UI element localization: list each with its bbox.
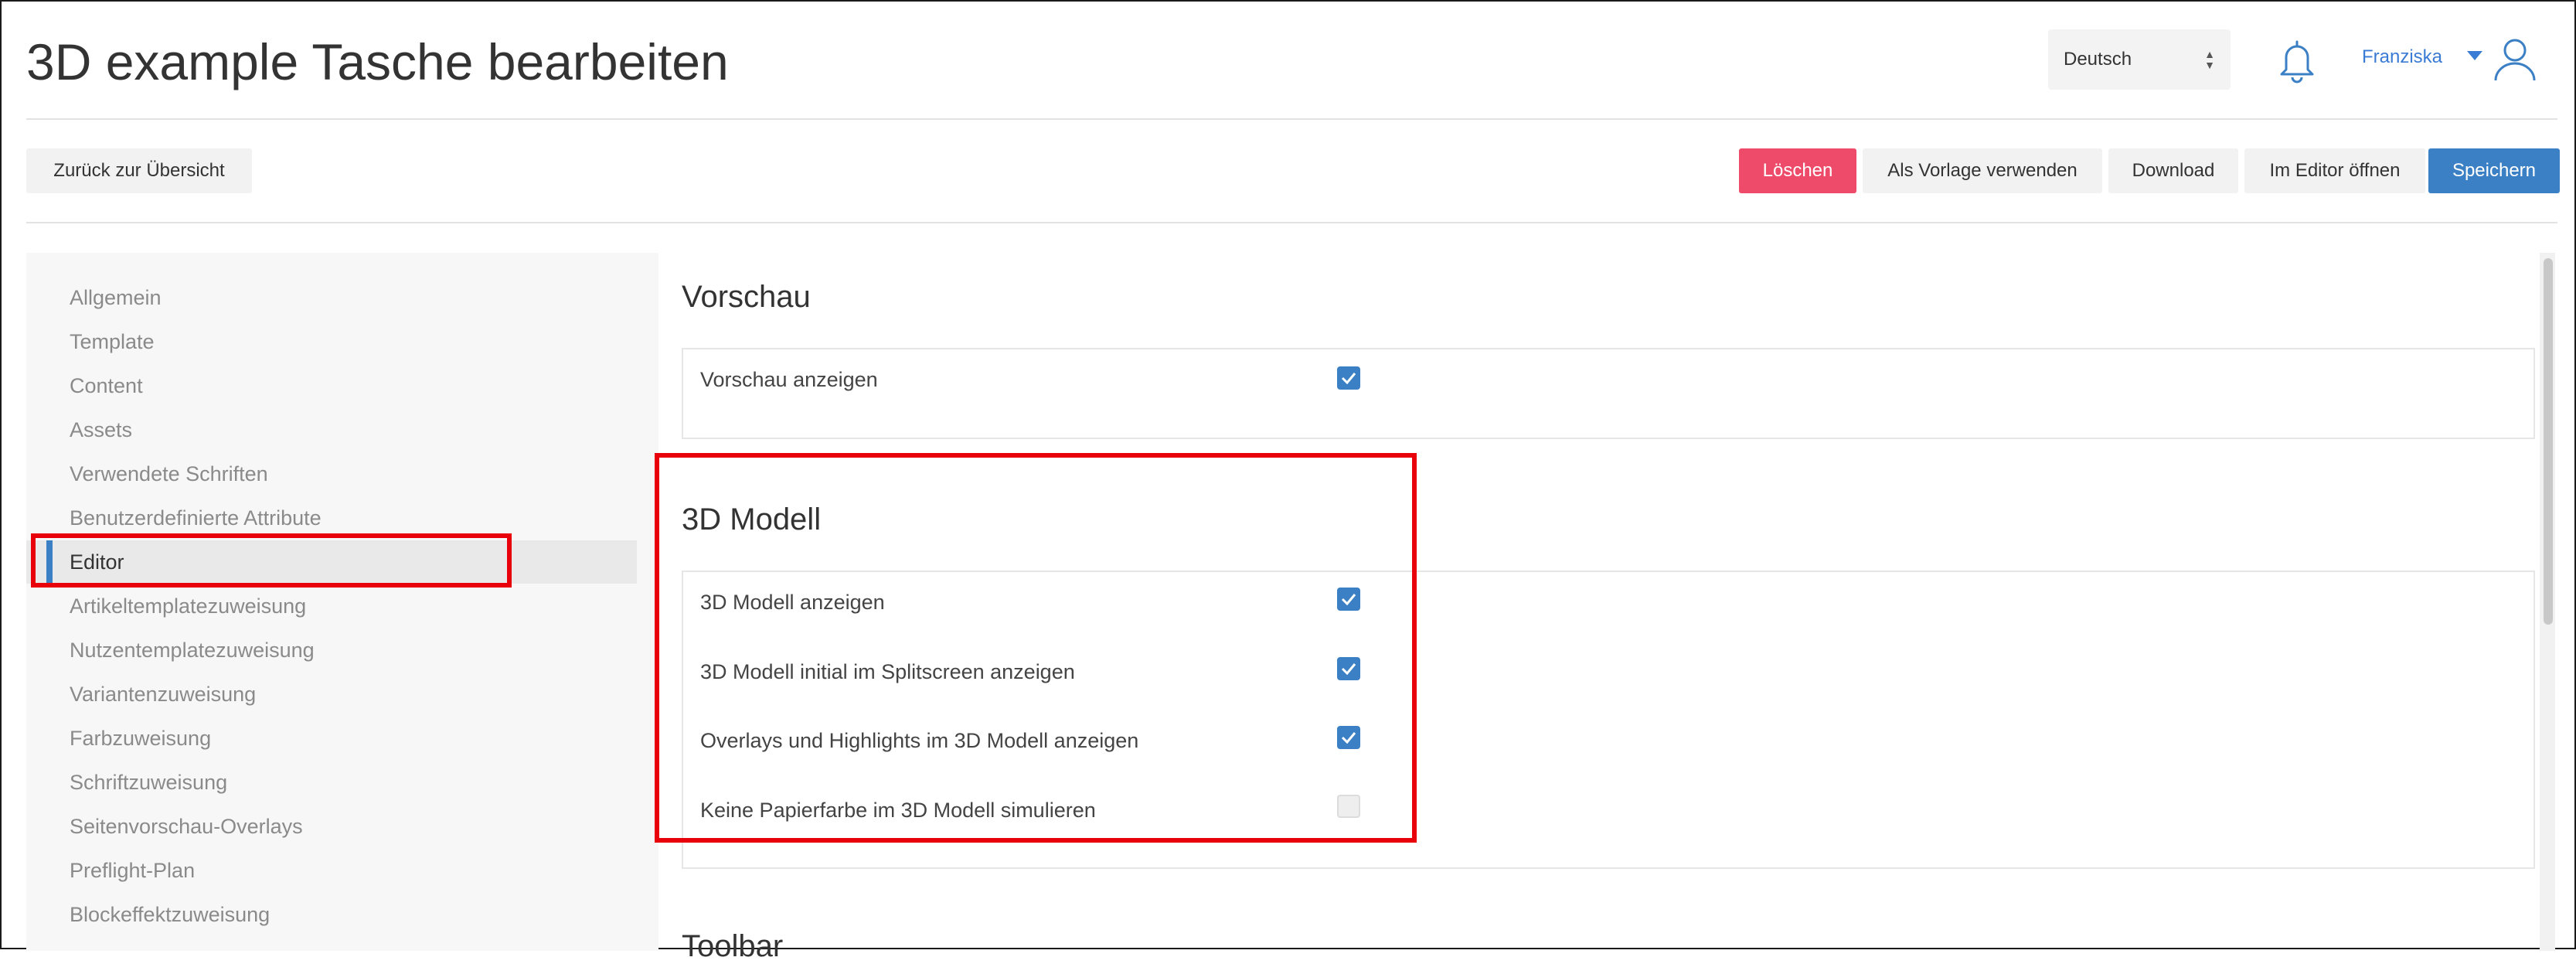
back-to-overview-button[interactable]: Zurück zur Übersicht — [26, 148, 252, 193]
model3d-overlays-label: Overlays und Highlights im 3D Modell anz… — [700, 729, 1139, 752]
bell-icon[interactable] — [2275, 37, 2319, 83]
sidebar-item-verwendete-schriften[interactable]: Verwendete Schriften — [26, 452, 637, 496]
model3d-show-checkbox[interactable] — [1337, 588, 1360, 611]
section-title-3d-model: 3D Modell — [682, 502, 822, 537]
preview-show-label: Vorschau anzeigen — [700, 368, 878, 391]
model3d-overlays-checkbox[interactable] — [1337, 726, 1360, 749]
sidebar: Allgemein Template Content Assets Verwen… — [26, 253, 658, 951]
checkmark-icon — [1341, 373, 1356, 384]
sidebar-item-artikeltemplatezuweisung[interactable]: Artikeltemplatezuweisung — [26, 584, 637, 628]
sidebar-item-seitenvorschau-overlays[interactable]: Seitenvorschau-Overlays — [26, 805, 637, 848]
download-button[interactable]: Download — [2108, 148, 2238, 193]
sidebar-item-allgemein[interactable]: Allgemein — [26, 276, 637, 319]
updown-arrows-icon: ▲ ▼ — [2204, 48, 2215, 71]
user-name-link[interactable]: Franziska — [2362, 46, 2442, 68]
sidebar-item-blockeffektzuweisung[interactable]: Blockeffektzuweisung — [26, 893, 637, 936]
scrollbar-thumb[interactable] — [2544, 258, 2553, 625]
section-title-toolbar: Toolbar — [682, 929, 784, 963]
language-select[interactable]: Deutsch ▲ ▼ — [2048, 29, 2231, 90]
checkmark-icon — [1341, 663, 1356, 675]
sidebar-item-preflight-plan[interactable]: Preflight-Plan — [26, 849, 637, 892]
preview-show-checkbox[interactable] — [1337, 366, 1360, 390]
model3d-show-label: 3D Modell anzeigen — [700, 591, 885, 614]
sidebar-item-variantenzuweisung[interactable]: Variantenzuweisung — [26, 673, 637, 716]
sidebar-item-assets[interactable]: Assets — [26, 408, 637, 451]
sidebar-item-editor[interactable]: Editor — [26, 540, 637, 584]
language-select-value: Deutsch — [2064, 49, 2132, 70]
model3d-panel: 3D Modell anzeigen 3D Modell initial im … — [682, 571, 2535, 869]
model3d-splitscreen-label: 3D Modell initial im Splitscreen anzeige… — [700, 660, 1075, 683]
sidebar-item-content[interactable]: Content — [26, 364, 637, 407]
sidebar-item-farbzuweisung[interactable]: Farbzuweisung — [26, 717, 637, 760]
model3d-splitscreen-checkbox[interactable] — [1337, 657, 1360, 680]
model3d-no-paper-color-checkbox[interactable] — [1337, 795, 1360, 818]
sidebar-item-benutzerdefinierte-attribute[interactable]: Benutzerdefinierte Attribute — [26, 496, 637, 540]
section-title-preview: Vorschau — [682, 280, 811, 314]
save-button[interactable]: Speichern — [2428, 148, 2560, 193]
page-title: 3D example Tasche bearbeiten — [26, 33, 729, 90]
open-in-editor-button[interactable]: Im Editor öffnen — [2244, 148, 2425, 193]
model3d-no-paper-color-label: Keine Papierfarbe im 3D Modell simuliere… — [700, 799, 1096, 822]
use-as-template-button[interactable]: Als Vorlage verwenden — [1863, 148, 2102, 193]
checkmark-icon — [1341, 594, 1356, 605]
sidebar-item-template[interactable]: Template — [26, 320, 637, 363]
sidebar-item-nutzentemplatezuweisung[interactable]: Nutzentemplatezuweisung — [26, 628, 637, 672]
sidebar-item-schriftzuweisung[interactable]: Schriftzuweisung — [26, 761, 637, 804]
delete-button[interactable]: Löschen — [1739, 148, 1856, 193]
checkmark-icon — [1341, 732, 1356, 744]
toolbar-divider — [26, 222, 2557, 223]
user-icon[interactable] — [2492, 36, 2538, 83]
header-divider — [26, 118, 2557, 120]
caret-down-icon[interactable] — [2467, 51, 2482, 60]
preview-panel: Vorschau anzeigen — [682, 348, 2535, 439]
